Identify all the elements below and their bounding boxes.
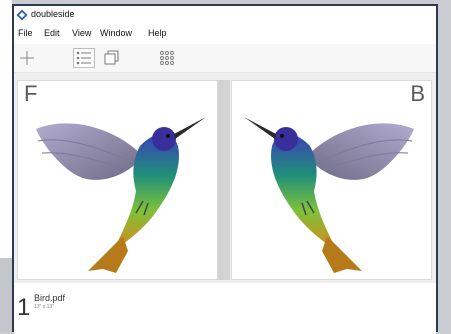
menu-edit[interactable]: Edit [44,28,60,38]
file-name: Bird.pdf [34,293,66,303]
front-panel[interactable]: F [17,80,218,280]
window-title: doubleside [31,9,75,19]
toolbar [14,44,436,73]
grid-dots-icon[interactable] [158,49,176,67]
menu-help[interactable]: Help [148,28,167,38]
menu-file[interactable]: File [18,28,33,38]
menu-bar: File Edit View Window Help [14,26,436,41]
hummingbird-image-back [244,117,414,273]
list-icon[interactable] [73,48,95,68]
back-panel[interactable]: B [231,80,432,280]
file-list-item[interactable]: 1 Bird.pdf 13" x 13" [14,284,436,334]
app-window: doubleside File Edit View Window Help F … [12,4,438,334]
menu-view[interactable]: View [72,28,91,38]
file-index: 1 [17,294,31,321]
hummingbird-image-front [36,117,206,273]
desktop-background-lower [0,258,12,332]
print-canvas: F B [14,73,436,283]
file-size: 13" x 13" [34,304,54,310]
copy-pages-icon[interactable] [103,49,121,67]
panel-spine [218,80,230,280]
menu-window[interactable]: Window [100,28,132,38]
title-bar: doubleside [14,6,436,24]
onyx-app-icon [16,9,28,21]
plus-icon[interactable] [18,49,36,67]
